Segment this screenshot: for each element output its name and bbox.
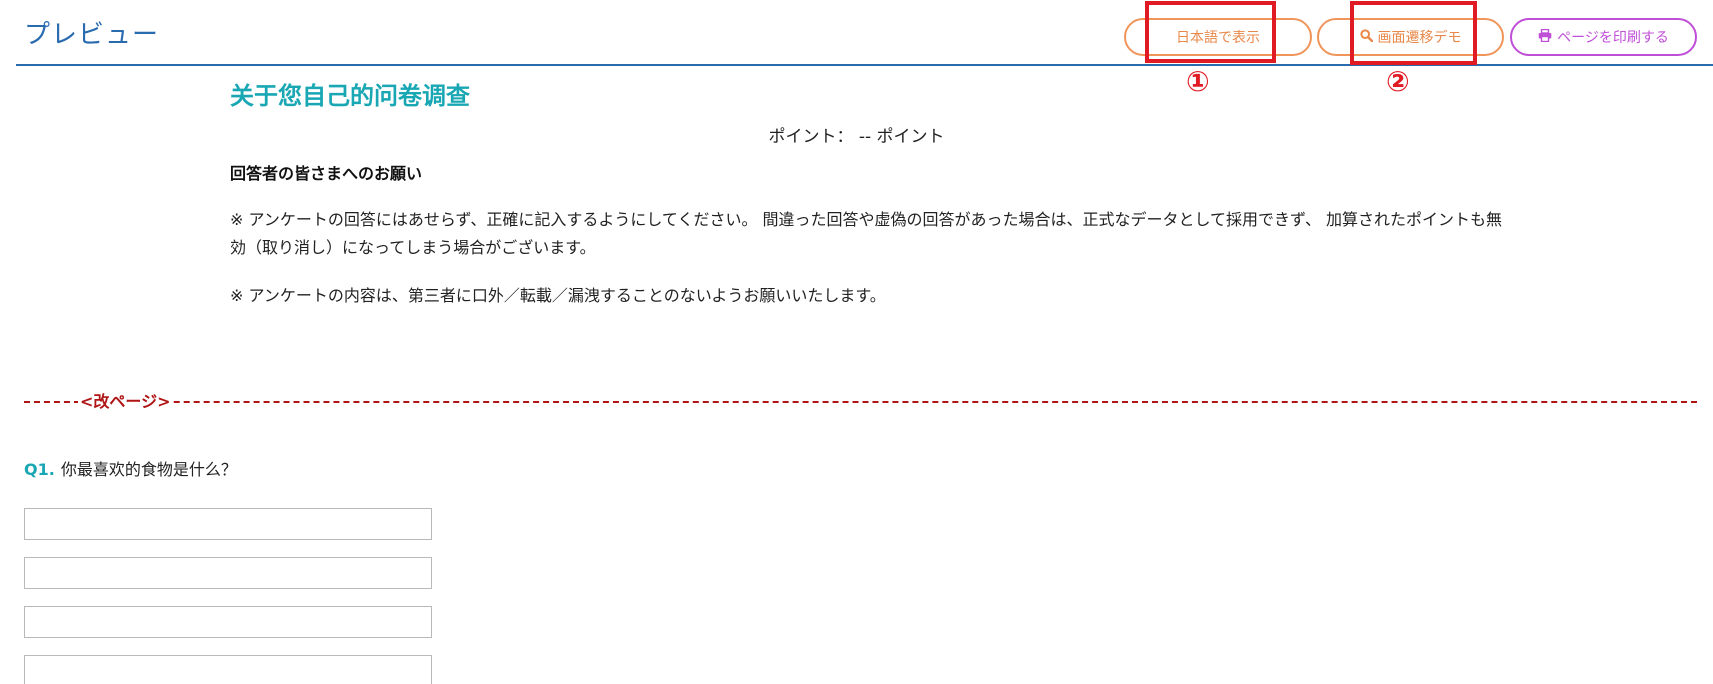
highlight-box-1 (1145, 1, 1276, 63)
print-page-button[interactable]: ページを印刷する (1510, 18, 1697, 56)
annotation-marker-1: ① (1186, 65, 1210, 98)
answer-input-2[interactable] (24, 557, 432, 589)
notice-paragraph-confidentiality: ※ アンケートの内容は、第三者に口外／転載／漏洩することのないようお願いいたしま… (230, 286, 886, 305)
answer-input-3[interactable] (24, 606, 432, 638)
question-number: Q1. (24, 460, 55, 479)
answer-input-4[interactable] (24, 655, 432, 684)
print-icon (1538, 28, 1552, 46)
annotation-marker-2: ② (1386, 65, 1410, 98)
answer-input-1[interactable] (24, 508, 432, 540)
question-1: Q1. 你最喜欢的食物是什么？ (24, 456, 237, 480)
notice-paragraph-accuracy: ※ アンケートの回答にはあせらず、正確に記入するようにしてください。 間違った回… (230, 210, 1503, 257)
page-break-label: <改ページ> (78, 388, 173, 412)
page-title: プレビュー (24, 20, 160, 50)
page-break-divider: <改ページ> (24, 388, 1697, 414)
page-break-line (24, 401, 1697, 403)
survey-title: 关于您自己的问卷调查 (230, 82, 470, 110)
print-page-label: ページを印刷する (1557, 30, 1669, 46)
question-text: 你最喜欢的食物是什么？ (60, 460, 237, 479)
highlight-box-2 (1350, 1, 1477, 65)
points-display: ポイント： -- ポイント (768, 127, 945, 147)
notice-heading: 回答者の皆さまへのお願い (230, 164, 423, 183)
